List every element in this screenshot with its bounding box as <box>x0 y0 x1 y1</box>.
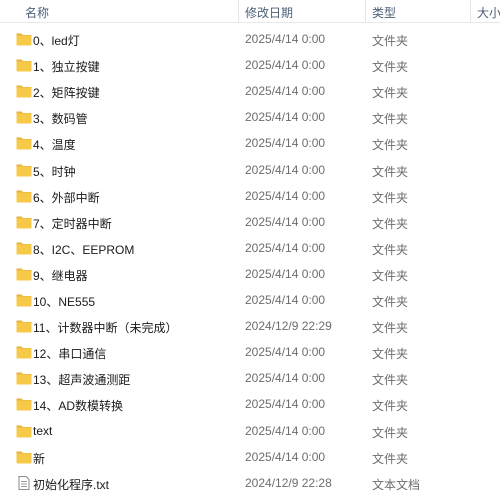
folder-row[interactable]: 4、温度 2025/4/14 0:00 文件夹 <box>0 130 500 156</box>
folder-icon <box>16 189 32 203</box>
column-header-type[interactable]: 类型 <box>372 4 396 21</box>
column-header-bar: ⌃ 名称 修改日期 类型 大小 <box>0 0 500 23</box>
file-type: 文件夹 <box>372 295 409 309</box>
file-type: 文件夹 <box>372 321 409 336</box>
modified-date: 2025/4/14 0:00 <box>245 162 326 177</box>
file-type: 文件夹 <box>372 216 409 231</box>
folder-row[interactable]: 8、I2C、EEPROM 2025/4/14 0:00 文件夹 <box>0 235 500 261</box>
file-name: 新 <box>33 451 46 466</box>
file-type: 文件夹 <box>372 399 409 414</box>
file-name: 1、独立按键 <box>33 60 100 75</box>
file-type: 文本文档 <box>372 477 421 492</box>
folder-icon <box>16 293 32 307</box>
folder-row[interactable]: 12、串口通信 2025/4/14 0:00 文件夹 <box>0 339 500 365</box>
folder-row[interactable]: 2、矩阵按键 2025/4/14 0:00 文件夹 <box>0 78 500 104</box>
modified-date: 2025/4/14 0:00 <box>245 345 326 360</box>
modified-date: 2025/4/14 0:00 <box>245 397 326 412</box>
modified-date: 2025/4/14 0:00 <box>245 32 326 46</box>
column-divider[interactable] <box>365 0 366 22</box>
folder-icon <box>16 319 32 333</box>
folder-row[interactable]: 1、独立按键 2025/4/14 0:00 文件夹 <box>0 52 500 78</box>
modified-date: 2025/4/14 0:00 <box>245 423 326 438</box>
folder-icon <box>16 424 32 438</box>
column-divider[interactable] <box>470 0 471 22</box>
column-header-name[interactable]: 名称 <box>25 4 49 21</box>
file-type: 文件夹 <box>372 112 409 127</box>
folder-row[interactable]: 3、数码管 2025/4/14 0:00 文件夹 <box>0 104 500 130</box>
file-type: 文件夹 <box>372 347 409 362</box>
file-name: 5、时钟 <box>33 164 76 179</box>
file-type: 文件夹 <box>372 34 409 48</box>
folder-icon <box>16 163 32 177</box>
file-name: 初始化程序.txt <box>33 477 110 492</box>
modified-date: 2025/4/14 0:00 <box>245 188 326 203</box>
folder-icon <box>16 397 32 411</box>
file-type: 文件夹 <box>372 60 409 75</box>
folder-icon <box>16 345 32 359</box>
folder-row[interactable]: 11、计数器中断（未完成） 2024/12/9 22:29 文件夹 <box>0 313 500 339</box>
folder-icon <box>16 110 32 124</box>
file-name: 14、AD数模转换 <box>33 399 124 414</box>
file-type: 文件夹 <box>372 268 409 283</box>
file-type: 文件夹 <box>372 242 409 257</box>
modified-date: 2024/12/9 22:28 <box>245 475 332 490</box>
modified-date: 2025/4/14 0:00 <box>245 110 326 125</box>
folder-row[interactable]: 新 2025/4/14 0:00 文件夹 <box>0 444 500 470</box>
column-header-size[interactable]: 大小 <box>477 4 500 21</box>
file-type: 文件夹 <box>372 190 409 205</box>
file-type: 文件夹 <box>372 451 409 466</box>
folder-row[interactable]: 7、定时器中断 2025/4/14 0:00 文件夹 <box>0 209 500 235</box>
folder-row[interactable]: 13、超声波通测距 2025/4/14 0:00 文件夹 <box>0 365 500 391</box>
modified-date: 2025/4/14 0:00 <box>245 58 326 73</box>
file-row[interactable]: 初始化程序.txt 2024/12/9 22:28 文本文档 <box>0 470 500 496</box>
text-file-icon <box>16 475 32 490</box>
file-name: text <box>33 423 53 438</box>
folder-icon <box>16 84 32 98</box>
modified-date: 2025/4/14 0:00 <box>245 240 326 255</box>
file-name: 7、定时器中断 <box>33 216 112 231</box>
file-name: 11、计数器中断（未完成） <box>33 321 178 336</box>
file-name: 6、外部中断 <box>33 190 100 205</box>
folder-icon <box>16 58 32 72</box>
modified-date: 2025/4/14 0:00 <box>245 266 326 281</box>
file-name: 12、串口通信 <box>33 347 107 362</box>
folder-icon <box>16 136 32 150</box>
column-divider[interactable] <box>238 0 239 22</box>
file-type: 文件夹 <box>372 373 409 388</box>
folder-row[interactable]: 0、led灯 2025/4/14 0:00 文件夹 <box>0 26 500 52</box>
modified-date: 2025/4/14 0:00 <box>245 84 326 99</box>
file-name: 8、I2C、EEPROM <box>33 242 135 257</box>
file-type: 文件夹 <box>372 164 409 179</box>
folder-row[interactable]: 10、NE555 2025/4/14 0:00 文件夹 <box>0 287 500 313</box>
folder-icon <box>16 267 32 281</box>
file-name: 4、温度 <box>33 138 76 153</box>
modified-date: 2025/4/14 0:00 <box>245 449 326 464</box>
folder-row[interactable]: 5、时钟 2025/4/14 0:00 文件夹 <box>0 157 500 183</box>
file-name: 9、继电器 <box>33 268 88 283</box>
file-name: 0、led灯 <box>33 34 80 48</box>
file-type: 文件夹 <box>372 86 409 101</box>
file-name: 2、矩阵按键 <box>33 86 100 101</box>
sort-chevron-up-icon[interactable]: ⌃ <box>124 0 132 4</box>
folder-icon <box>16 215 32 229</box>
modified-date: 2025/4/14 0:00 <box>245 293 326 307</box>
modified-date: 2025/4/14 0:00 <box>245 136 326 151</box>
folder-icon <box>16 371 32 385</box>
column-header-date[interactable]: 修改日期 <box>245 4 293 21</box>
modified-date: 2024/12/9 22:29 <box>245 319 332 334</box>
folder-row[interactable]: text 2025/4/14 0:00 文件夹 <box>0 418 500 444</box>
modified-date: 2025/4/14 0:00 <box>245 371 326 386</box>
file-type: 文件夹 <box>372 138 409 153</box>
folder-icon <box>16 32 32 46</box>
file-name: 10、NE555 <box>33 295 96 309</box>
file-type: 文件夹 <box>372 425 409 440</box>
folder-row[interactable]: 6、外部中断 2025/4/14 0:00 文件夹 <box>0 183 500 209</box>
file-name: 3、数码管 <box>33 112 88 127</box>
folder-row[interactable]: 9、继电器 2025/4/14 0:00 文件夹 <box>0 261 500 287</box>
folder-row[interactable]: 14、AD数模转换 2025/4/14 0:00 文件夹 <box>0 391 500 417</box>
folder-icon <box>16 450 32 464</box>
file-name: 13、超声波通测距 <box>33 373 131 388</box>
folder-icon <box>16 241 32 255</box>
modified-date: 2025/4/14 0:00 <box>245 214 326 229</box>
